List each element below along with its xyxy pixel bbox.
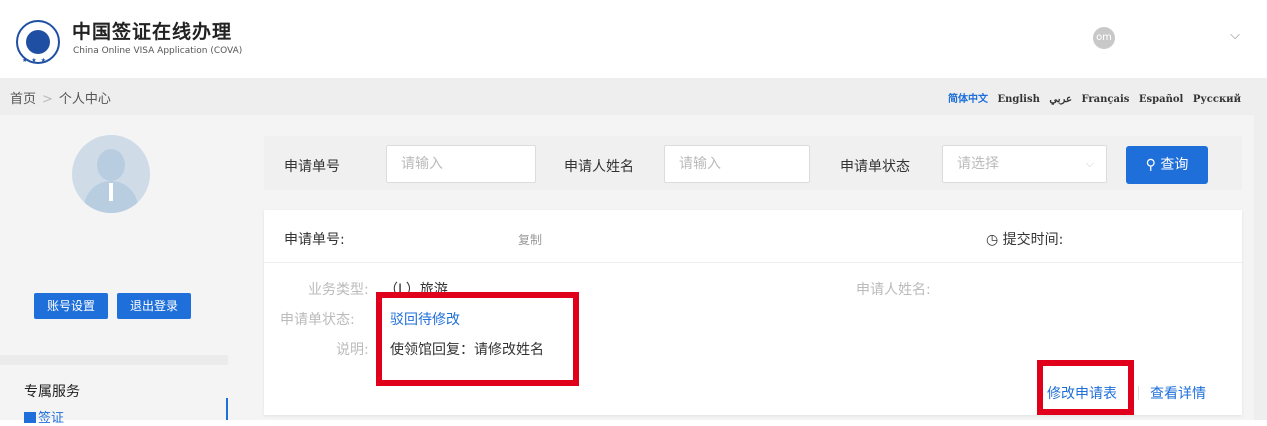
clock-icon: ◷ <box>986 232 999 248</box>
search-button[interactable]: ⚲ 查询 <box>1126 146 1208 184</box>
view-details-link[interactable]: 查看详情 <box>1150 383 1206 403</box>
lang-ru[interactable]: Русский <box>1193 94 1241 105</box>
applicant-name-input[interactable]: 请输入 <box>664 145 810 183</box>
breadcrumb: 首页 > 个人中心 <box>10 88 111 107</box>
site-subtitle: China Online VISA Application (COVA) <box>73 46 243 56</box>
user-avatar[interactable]: om <box>1093 27 1115 49</box>
status-select-value: 请选择 <box>957 156 999 172</box>
applicant-name-label: 申请人姓名 <box>564 159 634 175</box>
top-header: ★ ★ ★ 中国签证在线办理 China Online VISA Applica… <box>0 0 1267 78</box>
sidebar-item-label: 签证 <box>38 411 65 426</box>
language-switcher: 简体中文 English عربي Français Español Русск… <box>942 90 1241 105</box>
applicant-name-field-label: 申请人姓名: <box>856 282 931 298</box>
note-label: 说明: <box>336 342 369 358</box>
consular-seal-logo[interactable]: ★ ★ ★ <box>16 20 60 64</box>
status-select[interactable]: 请选择 ⌵ <box>942 145 1107 183</box>
breadcrumb-separator: > <box>42 92 53 107</box>
search-icon: ⚲ <box>1145 157 1156 173</box>
submit-time: ◷ 提交时间: <box>986 229 1063 249</box>
link-separator <box>1138 386 1139 400</box>
breadcrumb-home[interactable]: 首页 <box>10 92 36 107</box>
chevron-down-icon[interactable]: ⌵ <box>1227 28 1243 44</box>
sidebar-divider <box>0 355 228 365</box>
status-field-label: 申请单状态: <box>280 312 355 328</box>
visa-icon <box>24 412 36 423</box>
sidebar-item-visa[interactable]: 签证 <box>24 407 64 426</box>
lang-en[interactable]: English <box>997 94 1039 105</box>
card-divider <box>264 262 1242 263</box>
status-label: 申请单状态 <box>840 159 910 175</box>
card-app-no-label: 申请单号: <box>284 232 345 248</box>
business-type-label: 业务类型: <box>308 282 369 298</box>
logout-button[interactable]: 退出登录 <box>117 293 191 319</box>
sidebar-section-title: 专属服务 <box>24 384 80 400</box>
search-button-label: 查询 <box>1160 157 1189 173</box>
submit-time-label: 提交时间: <box>1002 232 1064 248</box>
sidebar: 账号设置 退出登录 专属服务 签证 <box>0 115 228 426</box>
breadcrumb-bar: 首页 > 个人中心 简体中文 English عربي Français Españ… <box>0 78 1267 115</box>
user-avatar-icon <box>72 135 150 213</box>
highlight-box-edit <box>1037 360 1134 415</box>
lang-es[interactable]: Español <box>1139 94 1183 105</box>
app-no-input[interactable]: 请输入 <box>386 145 536 183</box>
scroll-gutter <box>1254 115 1267 420</box>
highlight-box-status <box>376 292 579 386</box>
app-no-label: 申请单号 <box>284 159 340 175</box>
breadcrumb-current: 个人中心 <box>58 92 111 107</box>
account-settings-button[interactable]: 账号设置 <box>34 293 108 319</box>
site-title: 中国签证在线办理 <box>72 21 233 43</box>
lang-zh[interactable]: 简体中文 <box>948 94 988 105</box>
lang-ar[interactable]: عربي <box>1049 94 1072 105</box>
lang-fr[interactable]: Français <box>1081 94 1129 105</box>
chevron-down-icon: ⌵ <box>1085 157 1094 170</box>
copy-link[interactable]: 复制 <box>518 231 542 248</box>
